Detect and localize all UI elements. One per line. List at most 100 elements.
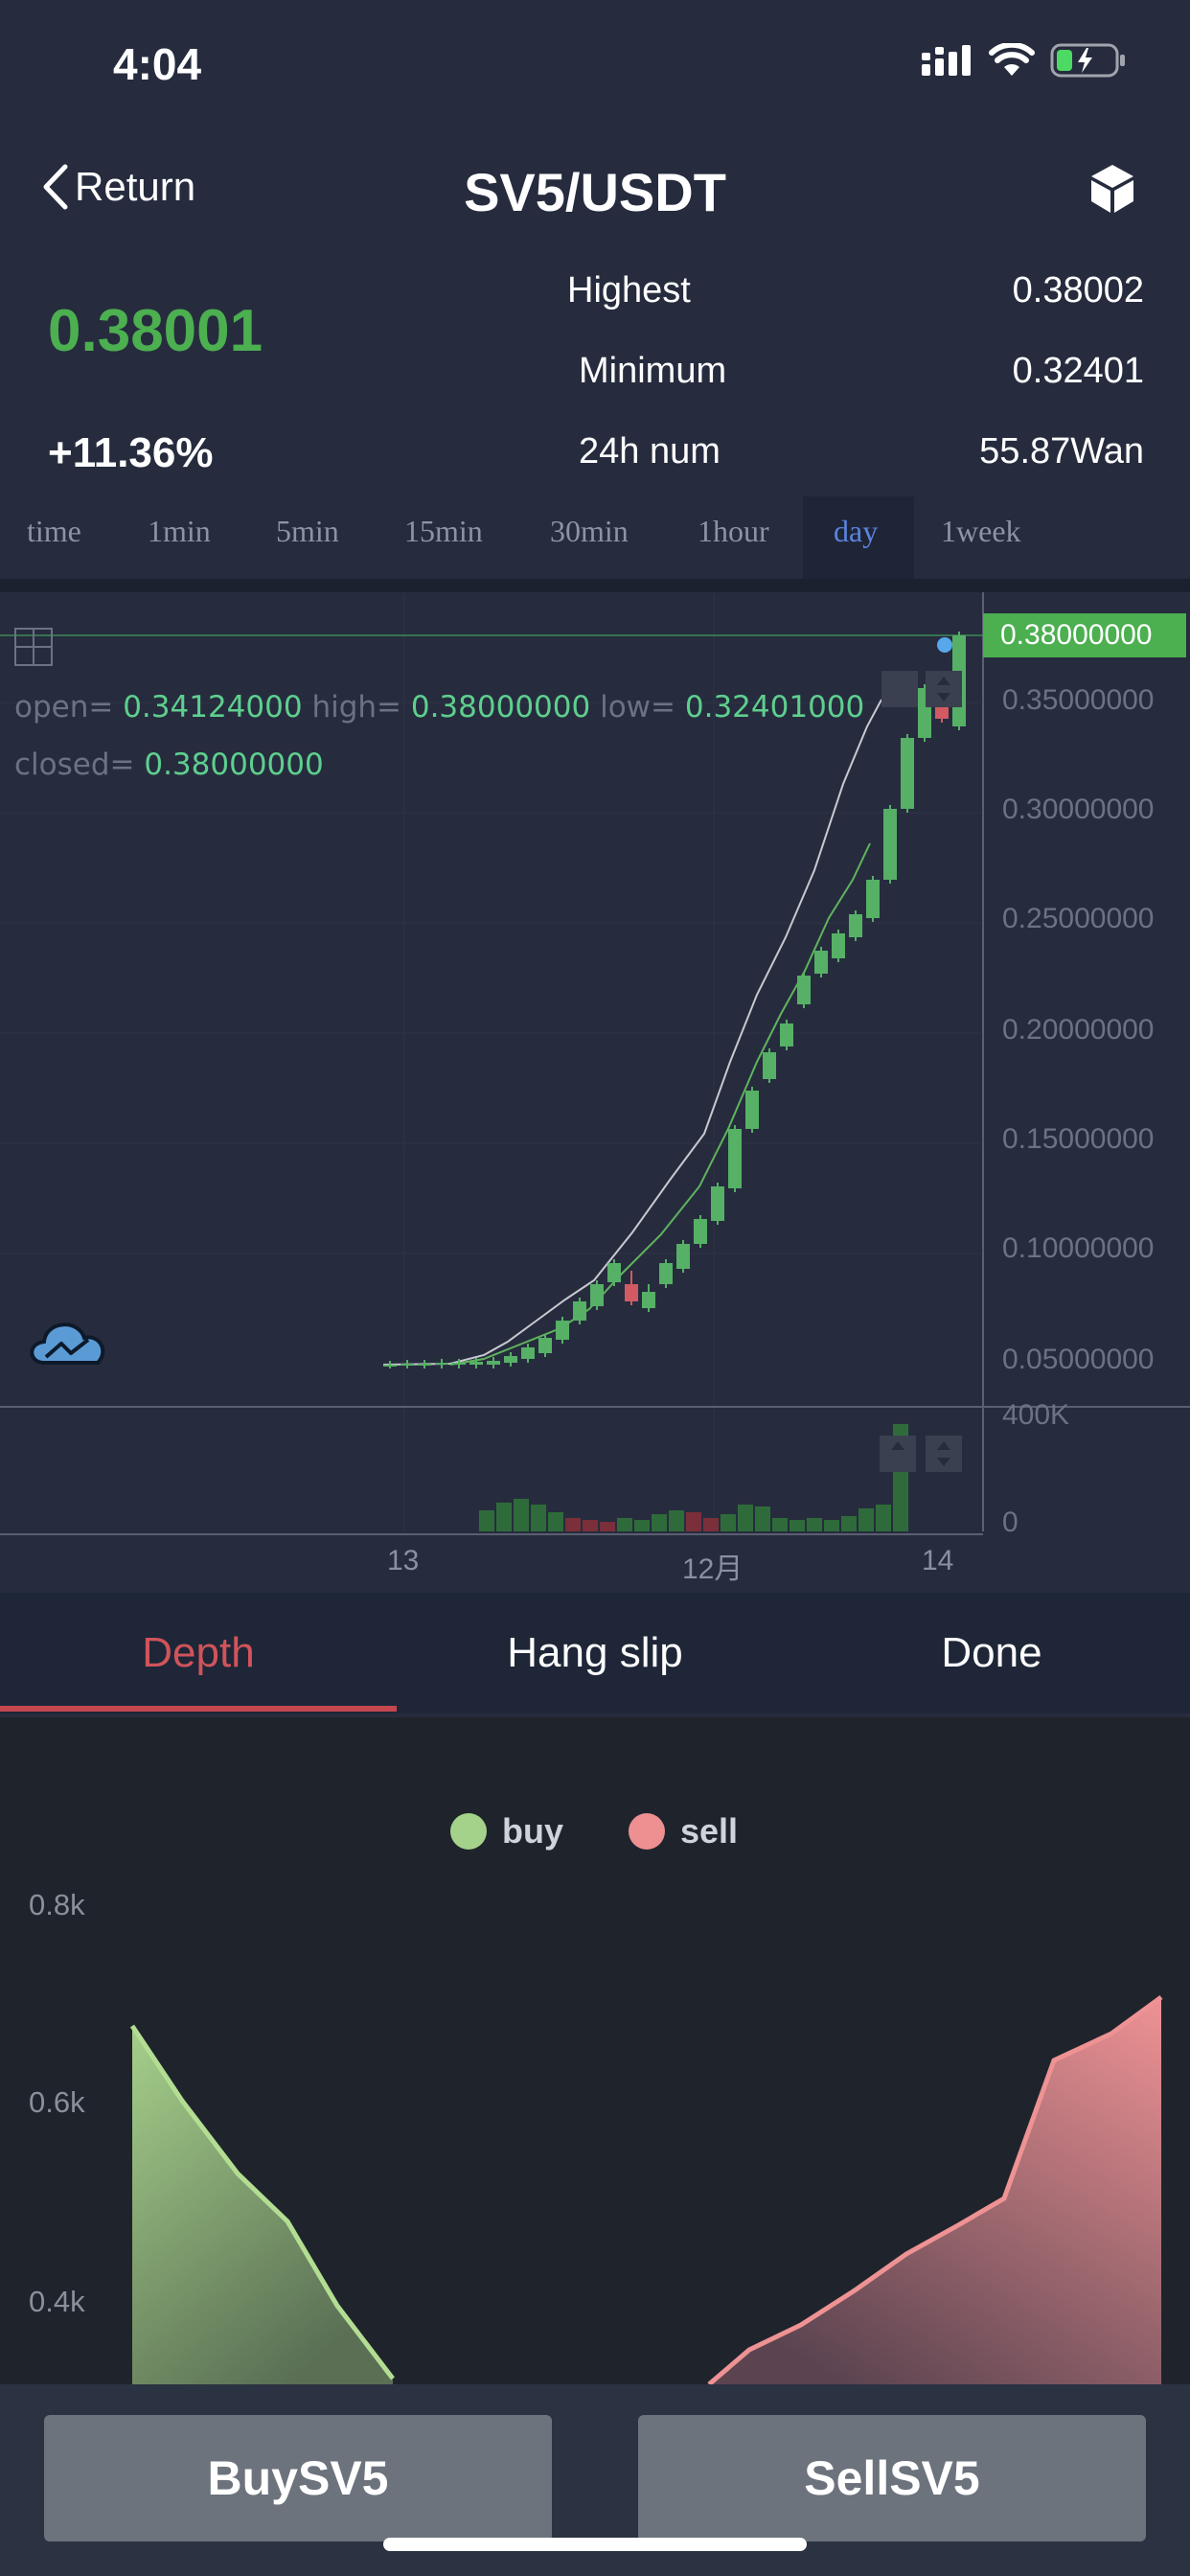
candle-body: [659, 1263, 673, 1284]
open-label: open=: [14, 690, 114, 724]
wifi-icon: [989, 43, 1035, 76]
kline-chart[interactable]: open= 0.34124000 high= 0.38000000 low= 0…: [0, 592, 1190, 1593]
vol-tick-400k: 400K: [1002, 1399, 1070, 1431]
highest-value: 0.38002: [1012, 270, 1144, 310]
current-price-tag: 0.38000000: [1000, 619, 1153, 651]
plus-square-icon[interactable]: [14, 628, 53, 666]
tab-interval-time[interactable]: time: [27, 514, 81, 549]
candle-body: [383, 1365, 397, 1367]
tab-interval-5min[interactable]: 5min: [276, 514, 339, 549]
depth-chart[interactable]: [0, 1717, 1190, 2384]
candle-body: [418, 1364, 431, 1366]
candle-body: [849, 914, 862, 937]
y-tick-020: 0.20000000: [1002, 1014, 1155, 1046]
tab-interval-15min[interactable]: 15min: [404, 514, 483, 549]
tab-hang-slip[interactable]: Hang slip: [397, 1593, 793, 1714]
kline-canvas[interactable]: [0, 592, 1190, 1593]
y-tick-010: 0.10000000: [1002, 1232, 1155, 1264]
active-tab-underline: [0, 1706, 397, 1712]
nav-bar: SV5/USDT Return: [0, 144, 1190, 240]
tab-depth[interactable]: Depth: [0, 1593, 397, 1714]
volume-bar: [565, 1518, 581, 1531]
candle-body: [694, 1219, 707, 1244]
ohlc-row-1: open= 0.34124000 high= 0.38000000 low= 0…: [14, 690, 864, 724]
minimum-value: 0.32401: [1012, 351, 1144, 391]
low-value: 0.32401000: [684, 690, 865, 724]
volume-bar: [721, 1514, 736, 1531]
volume-bar: [703, 1518, 719, 1531]
sell-depth-area: [709, 1997, 1161, 2384]
vol-tick-0: 0: [1002, 1506, 1018, 1538]
ohlc-row-2: closed= 0.38000000: [14, 748, 324, 782]
candle-body: [435, 1363, 448, 1365]
volume-bars-group: [479, 1424, 908, 1531]
legend-buy-label: buy: [502, 1811, 564, 1851]
volume-bar: [514, 1499, 529, 1531]
legend-sell-label: sell: [680, 1811, 739, 1851]
volume-bar: [858, 1508, 874, 1531]
volume-value: 55.87Wan: [979, 431, 1144, 472]
cube-icon: [1091, 165, 1133, 213]
y-tick-035: 0.35000000: [1002, 684, 1155, 716]
chevron-left-icon: [43, 164, 68, 210]
candle-body: [521, 1347, 535, 1359]
low-label: low=: [600, 690, 676, 724]
y-tick-030: 0.30000000: [1002, 794, 1155, 825]
depth-chart-canvas: [129, 1994, 1163, 2384]
status-icons: [922, 42, 1127, 79]
scroll-handle-volume[interactable]: [880, 1436, 962, 1472]
tab-done[interactable]: Done: [793, 1593, 1190, 1714]
return-button[interactable]: Return: [38, 163, 195, 211]
sell-button[interactable]: SellSV5: [638, 2415, 1146, 2542]
cloud-chart-icon[interactable]: [30, 1322, 105, 1365]
status-bar: 4:04: [0, 0, 1190, 134]
candle-body: [607, 1263, 621, 1282]
closed-label: closed=: [14, 748, 135, 782]
candle-body: [711, 1186, 724, 1221]
candle-body: [400, 1364, 414, 1366]
volume-bar: [669, 1510, 684, 1531]
y-tick-025: 0.25000000: [1002, 903, 1155, 934]
tab-interval-30min[interactable]: 30min: [550, 514, 629, 549]
volume-bar: [686, 1512, 701, 1531]
depth-y-tick-0.6k: 0.6k: [29, 2085, 85, 2119]
return-label: Return: [75, 164, 196, 209]
volume-bar: [634, 1520, 650, 1531]
tab-interval-1week[interactable]: 1week: [941, 514, 1021, 549]
candle-body: [866, 880, 880, 918]
open-value: 0.34124000: [123, 690, 303, 724]
volume-bar: [772, 1518, 788, 1531]
volume-bar: [548, 1512, 563, 1531]
x-tick-13: 13: [387, 1545, 420, 1576]
tab-interval-day[interactable]: day: [834, 514, 878, 549]
volume-bar: [790, 1520, 805, 1531]
volume-bar: [531, 1505, 546, 1531]
candle-body: [573, 1301, 586, 1321]
tab-interval-1min[interactable]: 1min: [148, 514, 211, 549]
y-tick-005: 0.05000000: [1002, 1344, 1155, 1375]
latest-point-dot: [937, 637, 952, 653]
depth-tabs: Depth Hang slip Done: [0, 1593, 1190, 1714]
depth-y-tick-0.4k: 0.4k: [29, 2285, 85, 2318]
candle-body: [469, 1362, 483, 1365]
volume-bar: [583, 1520, 598, 1531]
candle-body: [814, 951, 828, 974]
candle-body: [901, 738, 914, 809]
x-tick-dec: 12月: [682, 1553, 744, 1585]
candle-body: [504, 1356, 517, 1363]
buy-button[interactable]: BuySV5: [44, 2415, 552, 2542]
high-value: 0.38000000: [410, 690, 591, 724]
home-indicator: [383, 2538, 807, 2551]
candle-body: [625, 1284, 638, 1301]
candles-group: [383, 632, 966, 1368]
volume-bar: [652, 1514, 667, 1531]
x-tick-14: 14: [922, 1545, 954, 1576]
volume-bar: [496, 1503, 512, 1531]
volume-bar: [841, 1516, 857, 1531]
tab-interval-1hour[interactable]: 1hour: [698, 514, 769, 549]
status-time: 4:04: [113, 39, 202, 89]
candle-body: [832, 933, 845, 958]
cube-button[interactable]: [1088, 163, 1136, 219]
volume-bar: [479, 1510, 494, 1531]
cellular-signal-icon: [922, 45, 971, 76]
